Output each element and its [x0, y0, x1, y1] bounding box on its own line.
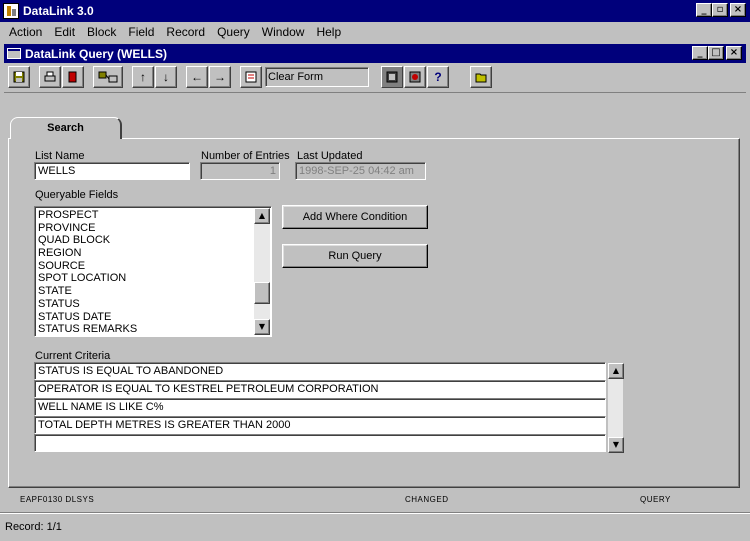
previous-block-button[interactable]: ↑ [132, 66, 154, 88]
app-titlebar: DataLink 3.0 _ ▫ × [0, 0, 750, 22]
menu-edit[interactable]: Edit [48, 25, 81, 39]
cancel-query-button[interactable] [404, 66, 426, 88]
open-folder-icon [475, 73, 487, 83]
help-button[interactable]: ? [427, 66, 449, 88]
list-item[interactable]: QUAD BLOCK [38, 234, 271, 247]
add-where-condition-button[interactable]: Add Where Condition [282, 205, 428, 229]
run-query-button[interactable]: Run Query [282, 244, 428, 268]
arrow-right-icon: → [214, 70, 226, 84]
open-button[interactable] [470, 66, 492, 88]
current-criteria-label: Current Criteria [35, 350, 111, 362]
scroll-down-icon[interactable]: ▼ [254, 319, 270, 335]
doc-minimize-icon[interactable]: _ [692, 46, 708, 60]
list-item[interactable]: SPOT LOCATION [38, 272, 271, 285]
doc-maximize-icon[interactable]: □ [708, 46, 724, 60]
entries-label: Number of Entries [201, 150, 290, 162]
cancel-query-icon [409, 71, 421, 83]
clear-form-button[interactable] [240, 66, 262, 88]
criteria-scrollbar[interactable]: ▲ ▼ [607, 362, 624, 454]
menu-record[interactable]: Record [160, 25, 211, 39]
criteria-row[interactable]: WELL NAME IS LIKE C% [34, 398, 606, 416]
record-indicator: Record: 1/1 [5, 521, 62, 533]
app-title: DataLink 3.0 [23, 4, 94, 18]
list-item[interactable]: REGION [38, 247, 271, 260]
list-item[interactable]: STATUS REMARKS [38, 323, 271, 336]
scroll-thumb[interactable] [254, 282, 270, 304]
queryable-fields-label: Queryable Fields [35, 189, 119, 201]
criteria-scroll-down-icon[interactable]: ▼ [608, 437, 624, 453]
minimize-icon[interactable]: _ [696, 3, 712, 17]
previous-record-button[interactable]: ← [186, 66, 208, 88]
criteria-row[interactable]: TOTAL DEPTH METRES IS GREATER THAN 2000 [34, 416, 606, 434]
save-icon [13, 71, 25, 83]
exit-icon [68, 71, 77, 83]
menu-query[interactable]: Query [211, 25, 256, 39]
restore-icon[interactable]: ▫ [712, 3, 728, 17]
menu-window[interactable]: Window [256, 25, 311, 39]
list-item[interactable]: STATUS [38, 298, 271, 311]
list-item[interactable]: STATUS DATE [38, 311, 271, 324]
clear-form-icon [245, 71, 257, 83]
queryable-fields-list[interactable]: PROSPECT PROVINCE QUAD BLOCK REGION SOUR… [34, 206, 272, 337]
close-icon[interactable]: × [730, 3, 746, 17]
toolbar: ↑ ↓ ← → Clear Form ? [4, 64, 746, 90]
entries-field: 1 [200, 162, 280, 180]
window-icon[interactable] [7, 48, 21, 59]
criteria-row[interactable] [34, 434, 606, 452]
status-changed: CHANGED [405, 495, 449, 504]
list-name-field[interactable]: WELLS [34, 162, 190, 180]
print-button[interactable] [39, 66, 61, 88]
print-icon [44, 71, 56, 82]
save-button[interactable] [8, 66, 30, 88]
query-icon [386, 71, 398, 83]
exit-button[interactable] [62, 66, 84, 88]
help-icon: ? [434, 70, 442, 84]
criteria-scroll-up-icon[interactable]: ▲ [608, 363, 624, 379]
list-name-label: List Name [35, 150, 85, 162]
list-item[interactable]: PROVINCE [38, 222, 271, 235]
arrow-down-icon: ↓ [163, 70, 169, 84]
enter-query-button[interactable] [381, 66, 403, 88]
criteria-row[interactable]: OPERATOR IS EQUAL TO KESTREL PETROLEUM C… [34, 380, 606, 398]
status-form-id: EAPF0130 DLSYS [20, 495, 95, 504]
status-divider [0, 512, 750, 514]
menu-block[interactable]: Block [81, 25, 122, 39]
menu-help[interactable]: Help [310, 25, 347, 39]
list-item[interactable]: SOURCE [38, 260, 271, 273]
list-item[interactable]: PROSPECT [38, 209, 271, 222]
menu-bar: Action Edit Block Field Record Query Win… [0, 22, 750, 42]
arrow-left-icon: ← [191, 70, 203, 84]
criteria-row[interactable]: STATUS IS EQUAL TO ABANDONED [34, 362, 606, 380]
document-titlebar: DataLink Query (WELLS) _ □ × [4, 44, 746, 63]
clear-form-hint: Clear Form [265, 67, 369, 87]
connect-icon [98, 71, 118, 83]
tab-search[interactable]: Search [10, 117, 122, 139]
doc-close-icon[interactable]: × [726, 46, 742, 60]
document-title: DataLink Query (WELLS) [25, 46, 168, 61]
connect-button[interactable] [93, 66, 123, 88]
status-mode: QUERY [640, 495, 671, 504]
datalink-app-icon[interactable] [3, 3, 19, 19]
next-block-button[interactable]: ↓ [155, 66, 177, 88]
queryable-fields-scrollbar[interactable]: ▲ ▼ [254, 208, 270, 335]
next-record-button[interactable]: → [209, 66, 231, 88]
last-updated-field: 1998-SEP-25 04:42 am [295, 162, 426, 180]
list-item[interactable]: STATE [38, 285, 271, 298]
menu-field[interactable]: Field [122, 25, 160, 39]
scroll-up-icon[interactable]: ▲ [254, 208, 270, 224]
last-updated-label: Last Updated [297, 150, 363, 162]
arrow-up-icon: ↑ [140, 70, 146, 84]
menu-action[interactable]: Action [3, 25, 48, 39]
